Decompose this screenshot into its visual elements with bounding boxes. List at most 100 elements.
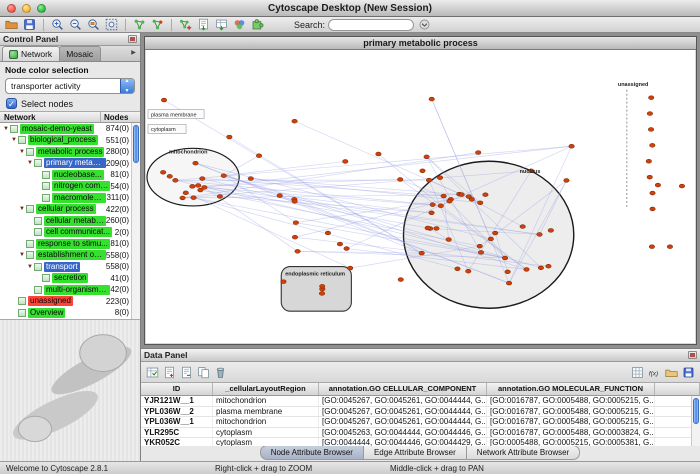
graph-node[interactable] (426, 178, 431, 182)
tree-row[interactable]: cellular metabol...260(0) (0, 215, 131, 227)
graph-node[interactable] (548, 228, 553, 232)
graph-node[interactable] (292, 199, 297, 203)
graph-node[interactable] (649, 96, 654, 100)
graph-node[interactable] (193, 161, 198, 165)
graph-node[interactable] (248, 177, 253, 181)
tab-network[interactable]: Network (2, 46, 60, 61)
table-column-header[interactable]: annotation.GO CELLULAR_COMPONENT (319, 383, 487, 395)
tree-row[interactable]: nitrogen compo...54(0) (0, 181, 131, 193)
graph-node[interactable] (277, 194, 282, 198)
graph-node[interactable] (325, 231, 330, 235)
graph-node[interactable] (667, 245, 672, 249)
tree-column-nodes[interactable]: Nodes (100, 112, 140, 122)
table-row[interactable]: YJR121W__1mitochondrion[GO:0045267, GO:0… (141, 396, 700, 407)
expand-triangle-icon[interactable]: ▼ (18, 252, 26, 258)
graph-node[interactable] (217, 195, 222, 199)
graph-node[interactable] (505, 270, 510, 274)
import-network-button[interactable] (196, 18, 211, 32)
table-column-header[interactable] (655, 383, 700, 395)
graph-node[interactable] (647, 175, 652, 179)
clear-attribute-button[interactable] (213, 365, 228, 379)
graph-node[interactable] (320, 284, 325, 288)
tree-row[interactable]: ▼biological_process551(0) (0, 135, 131, 147)
graph-node[interactable] (293, 221, 298, 225)
expand-triangle-icon[interactable]: ▼ (18, 149, 26, 155)
graph-node[interactable] (650, 191, 655, 195)
matrix-view-button[interactable] (630, 365, 645, 379)
graph-node[interactable] (650, 207, 655, 211)
graph-node[interactable] (524, 268, 529, 272)
graph-node[interactable] (419, 251, 424, 255)
graph-node[interactable] (493, 231, 498, 235)
graph-node[interactable] (466, 195, 471, 199)
graph-node[interactable] (466, 269, 471, 273)
tree-row[interactable]: ▼transport558(0) (0, 261, 131, 273)
close-window-button[interactable] (7, 4, 16, 13)
graph-node[interactable] (337, 242, 342, 246)
graph-node[interactable] (420, 169, 425, 173)
graph-node[interactable] (441, 194, 446, 198)
graph-node[interactable] (488, 237, 493, 241)
control-panel-float-button[interactable] (128, 35, 137, 43)
plugins-button[interactable] (250, 18, 265, 32)
graph-node[interactable] (475, 151, 480, 155)
graph-node[interactable] (546, 264, 551, 268)
graph-node[interactable] (438, 204, 443, 208)
new-network-button[interactable] (178, 18, 193, 32)
graph-node[interactable] (227, 135, 232, 139)
graph-node[interactable] (679, 184, 684, 188)
minimize-window-button[interactable] (22, 4, 31, 13)
destroy-network-button[interactable] (150, 18, 165, 32)
table-row[interactable]: YKR052Ccytoplasm[GO:0044444, GO:0044446,… (141, 438, 700, 446)
graph-node[interactable] (647, 112, 652, 116)
tree-row[interactable]: cell communicat...2(0) (0, 227, 131, 239)
show-network-button[interactable] (132, 18, 147, 32)
zoom-fit-button[interactable] (104, 18, 119, 32)
function-builder-button[interactable]: f(x) (647, 365, 662, 379)
graph-node[interactable] (447, 199, 452, 203)
network-window-title[interactable]: primary metabolic process (145, 37, 696, 50)
import-table-button[interactable] (664, 365, 679, 379)
zoom-out-button[interactable] (68, 18, 83, 32)
graph-node[interactable] (183, 191, 188, 195)
graph-node[interactable] (483, 193, 488, 197)
graph-node[interactable] (429, 211, 434, 215)
tree-row[interactable]: unassigned223(0) (0, 296, 131, 308)
graph-node[interactable] (256, 154, 261, 158)
graph-node[interactable] (430, 203, 435, 207)
graph-node[interactable] (191, 196, 196, 200)
tab-node-attribute-browser[interactable]: Node Attribute Browser (260, 445, 364, 460)
new-attribute-button[interactable] (162, 365, 177, 379)
copy-attribute-button[interactable] (196, 365, 211, 379)
graph-node[interactable] (538, 266, 543, 270)
graph-node[interactable] (459, 193, 464, 197)
graph-node[interactable] (650, 143, 655, 147)
table-row[interactable]: YLR295Ccytoplasm[GO:0045263, GO:0044444,… (141, 428, 700, 439)
tab-mosaic[interactable]: Mosaic (59, 46, 101, 61)
graph-node[interactable] (477, 244, 482, 248)
expand-triangle-icon[interactable]: ▼ (26, 160, 34, 166)
network-overview[interactable] (0, 319, 140, 461)
graph-node[interactable] (478, 251, 483, 255)
vizmapper-button[interactable] (232, 18, 247, 32)
tab-network-attribute-browser[interactable]: Network Attribute Browser (466, 445, 580, 460)
graph-node[interactable] (281, 280, 286, 284)
graph-node[interactable] (434, 226, 439, 230)
graph-node[interactable] (167, 174, 172, 178)
graph-node[interactable] (200, 177, 205, 181)
expand-triangle-icon[interactable]: ▼ (18, 206, 26, 212)
expand-triangle-icon[interactable]: ▼ (2, 126, 10, 132)
expand-triangle-icon[interactable]: ▼ (26, 264, 34, 270)
graph-node[interactable] (190, 184, 195, 188)
graph-node[interactable] (646, 159, 651, 163)
graph-node[interactable] (455, 267, 460, 271)
tree-row[interactable]: ▼mosaic-demo-yeast874(0) (0, 123, 131, 135)
graph-node[interactable] (221, 174, 226, 178)
tree-row[interactable]: multi-organism pr...42(0) (0, 284, 131, 296)
save-session-button[interactable] (22, 18, 37, 32)
tree-row[interactable]: Overview8(0) (0, 307, 131, 319)
zoom-window-button[interactable] (37, 4, 46, 13)
import-attributes-button[interactable] (214, 18, 229, 32)
tree-row[interactable]: ▼establishment of l...558(0) (0, 250, 131, 262)
graph-node[interactable] (506, 281, 511, 285)
